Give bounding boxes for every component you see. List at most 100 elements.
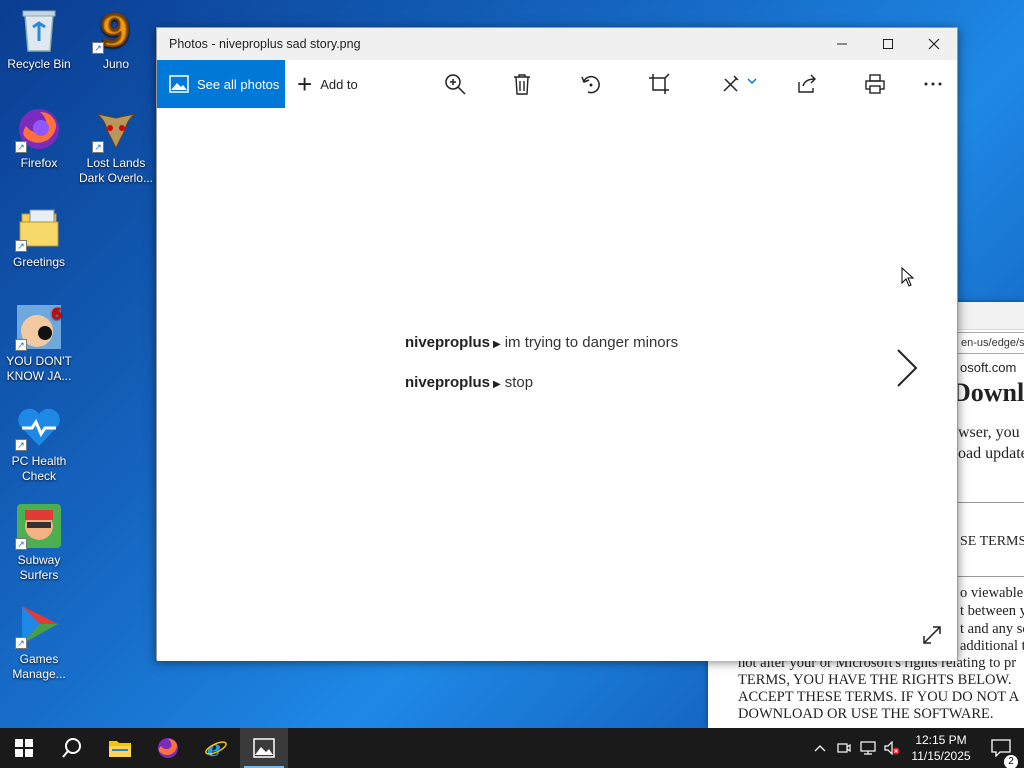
firefox-icon: ↗ xyxy=(15,105,63,153)
mouse-cursor-icon xyxy=(901,266,915,292)
desktop-icon-greetings[interactable]: ↗ Greetings xyxy=(1,204,77,270)
chat-username: niveproplus xyxy=(405,374,491,391)
desktop-icon-lost-lands[interactable]: ↗ Lost Lands Dark Overlo... xyxy=(78,105,154,186)
start-button[interactable] xyxy=(0,728,48,768)
edit-icon xyxy=(723,75,757,92)
divider xyxy=(956,576,1024,577)
taskbar-internet-explorer[interactable]: e xyxy=(192,728,240,768)
full-screen-button[interactable] xyxy=(921,624,943,651)
title-bar[interactable]: Photos - niveproplus sad story.png xyxy=(157,28,957,60)
system-tray: 12:15 PM 11/15/2025 2 xyxy=(808,728,1024,768)
chat-username: niveproplus xyxy=(405,334,491,351)
desktop-icon-label: Subway Surfers xyxy=(17,553,61,582)
page-domain: osoft.com xyxy=(960,360,1017,375)
terms-text-line: t between y xyxy=(960,603,1024,619)
add-to-button[interactable]: + Add to xyxy=(297,69,358,99)
lost-lands-icon: ↗ xyxy=(92,105,140,153)
caret-right-icon: ▶ xyxy=(493,339,501,350)
games-manager-icon: ↗ xyxy=(15,601,63,649)
shortcut-arrow-icon: ↗ xyxy=(92,141,104,153)
shortcut-arrow-icon: ↗ xyxy=(15,637,27,649)
taskbar-file-explorer[interactable] xyxy=(96,728,144,768)
chat-text: im trying to danger minors xyxy=(504,334,679,351)
desktop-icon-you-dont-know-jack[interactable]: 6 ↗ YOU DON'T KNOW JA... xyxy=(1,303,77,384)
folder-icon: ↗ xyxy=(15,204,63,252)
desktop-icon-label: YOU DON'T KNOW JA... xyxy=(6,354,72,383)
plus-icon: + xyxy=(297,69,313,99)
volume-button[interactable] xyxy=(880,741,904,755)
caret-right-icon: ▶ xyxy=(493,379,501,390)
chat-text: stop xyxy=(504,374,534,391)
desktop-icon-pc-health-check[interactable]: ↗ PC Health Check xyxy=(1,403,77,484)
address-bar[interactable]: en-us/edge/s xyxy=(956,332,1024,354)
recycle-bin-icon xyxy=(15,6,63,54)
chat-message: niveproplus ▶ im trying to danger minors xyxy=(405,334,678,351)
more-button[interactable] xyxy=(921,72,945,96)
rotate-icon xyxy=(581,75,600,94)
maximize-icon xyxy=(883,39,893,49)
terms-text-line: ACCEPT THESE TERMS. IF YOU DO NOT A xyxy=(738,689,1020,705)
camera-icon xyxy=(837,743,851,753)
clock[interactable]: 12:15 PM 11/15/2025 xyxy=(904,732,978,764)
close-button[interactable] xyxy=(911,28,957,60)
desktop-icon-recycle-bin[interactable]: Recycle Bin xyxy=(1,6,77,72)
internet-explorer-icon: e xyxy=(205,736,227,760)
desktop-icon-firefox[interactable]: ↗ Firefox xyxy=(1,105,77,171)
terms-text-line: o viewable xyxy=(960,585,1024,601)
desktop-icon-games-manager[interactable]: ↗ Games Manage... xyxy=(1,601,77,682)
image-canvas[interactable]: niveproplus ▶ im trying to danger minors n… xyxy=(157,108,957,661)
chevron-right-icon xyxy=(897,349,918,387)
see-all-photos-button[interactable]: See all photos xyxy=(157,60,285,108)
gallery-icon xyxy=(169,75,189,93)
crop-button[interactable] xyxy=(647,72,671,96)
photos-toolbar: See all photos + Add to xyxy=(157,60,957,108)
photos-window[interactable]: Photos - niveproplus sad story.png See a… xyxy=(156,27,958,661)
more-icon xyxy=(924,82,942,86)
health-check-icon: ↗ xyxy=(15,403,63,451)
minimize-button[interactable] xyxy=(819,28,865,60)
action-center-button[interactable]: 2 xyxy=(978,739,1024,768)
desktop-icon-label: Juno xyxy=(102,57,130,71)
terms-text-line: t and any so xyxy=(960,621,1024,637)
search-button[interactable] xyxy=(48,728,96,768)
page-text-line: oad update xyxy=(958,445,1024,462)
desktop-icon-label: Games Manage... xyxy=(12,652,66,681)
minimize-icon xyxy=(837,43,847,45)
game-icon: 6 ↗ xyxy=(15,303,63,351)
share-button[interactable] xyxy=(795,72,819,96)
divider xyxy=(956,502,1024,503)
firefox-icon xyxy=(158,738,178,758)
network-button[interactable] xyxy=(856,741,880,755)
next-photo-button[interactable] xyxy=(895,348,919,393)
delete-icon xyxy=(514,74,530,95)
clock-date: 11/15/2025 xyxy=(911,749,971,763)
clock-time: 12:15 PM xyxy=(915,733,967,747)
desktop-icon-juno[interactable]: 9 ↗ Juno xyxy=(78,6,154,72)
search-icon xyxy=(62,738,81,758)
terms-text-line: additional t xyxy=(960,638,1024,654)
desktop-icon-subway-surfers[interactable]: ↗ Subway Surfers xyxy=(1,502,77,583)
svg-text:6: 6 xyxy=(51,304,62,323)
photos-icon xyxy=(253,738,275,758)
terms-heading: SE TERMS xyxy=(960,534,1024,549)
rotate-button[interactable] xyxy=(579,72,603,96)
terms-text-line: DOWNLOAD OR USE THE SOFTWARE. xyxy=(738,706,994,722)
taskbar-firefox[interactable] xyxy=(144,728,192,768)
close-icon xyxy=(928,38,940,50)
meet-now-button[interactable] xyxy=(832,742,856,754)
chevron-up-icon xyxy=(814,745,826,752)
desktop-icon-label: Greetings xyxy=(12,255,66,269)
share-icon xyxy=(798,74,816,93)
edit-create-button[interactable] xyxy=(720,72,760,96)
shortcut-arrow-icon: ↗ xyxy=(15,339,27,351)
taskbar: e 12:15 PM 11/15/2025 2 xyxy=(0,728,1024,768)
print-button[interactable] xyxy=(863,72,887,96)
taskbar-photos[interactable] xyxy=(240,728,288,768)
desktop-icon-label: Recycle Bin xyxy=(7,57,71,71)
zoom-button[interactable] xyxy=(443,72,467,96)
shortcut-arrow-icon: ↗ xyxy=(15,538,27,550)
maximize-button[interactable] xyxy=(865,28,911,60)
shortcut-arrow-icon: ↗ xyxy=(15,240,27,252)
delete-button[interactable] xyxy=(510,72,534,96)
show-hidden-icons-button[interactable] xyxy=(808,744,832,752)
